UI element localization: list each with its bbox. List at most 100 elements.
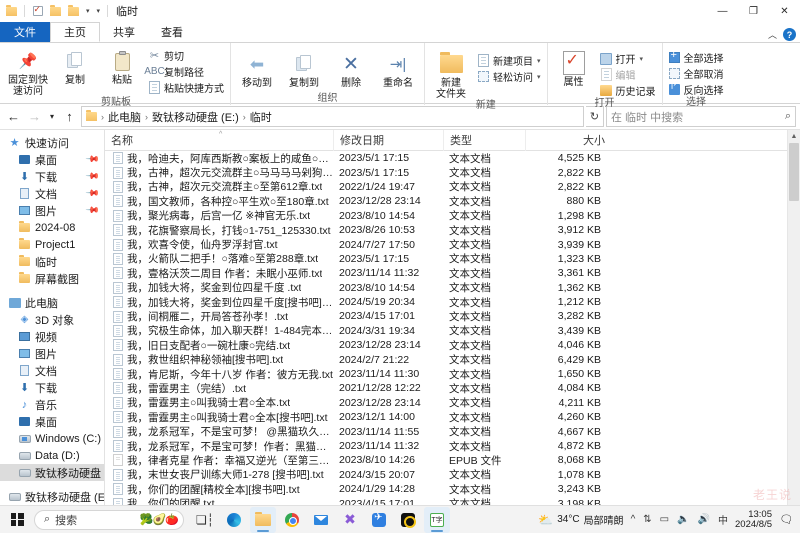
scrollbar-thumb[interactable] <box>789 143 799 201</box>
properties-check-icon[interactable] <box>30 4 45 19</box>
breadcrumb-item-this-pc[interactable]: 此电脑 <box>108 109 141 125</box>
table-row[interactable]: 我，旧日支配者○一碗杜康○完结.txt 2023/12/28 23:14 文本文档 4… <box>105 338 800 352</box>
task-view-icon[interactable]: ❏┆ <box>192 507 218 533</box>
sidebar-item-quick-access[interactable]: ★ 快速访问 <box>0 134 104 151</box>
table-row[interactable]: 我，壹格沃茨二周目 作者：未眠小巫师.txt 2023/11/14 11:32 文本… <box>105 266 800 280</box>
invert-selection-button[interactable]: 反向选择 <box>666 81 727 97</box>
file-name-cell[interactable]: 我，壹格沃茨二周目 作者：未眠小巫师.txt <box>105 266 333 281</box>
minimize-button[interactable]: — <box>707 0 738 22</box>
paste-button[interactable]: 粘贴 <box>99 46 145 86</box>
column-header-size[interactable]: 大小 <box>525 130 611 151</box>
sidebar-item-drive-c[interactable]: Windows (C:) <box>0 430 104 447</box>
file-name-cell[interactable]: 我，雷霆男主○叫我骑士君○全本[搜书吧].txt <box>105 410 333 425</box>
ime-indicator[interactable]: 中 <box>718 512 728 527</box>
speaker-icon[interactable]: 🔊 <box>698 514 710 525</box>
sidebar-item-downloads[interactable]: ⬇ 下载 📌 <box>0 168 104 185</box>
notification-icon[interactable]: 🗨 <box>779 512 794 527</box>
table-row[interactable]: 我，哈迪夫，阿库西斯教○案板上的咸鱼○至卷... 2023/5/1 17:15 文本… <box>105 151 800 165</box>
mail-icon[interactable] <box>308 507 334 533</box>
table-row[interactable]: 我，欢喜令使，仙舟罗浮封官.txt 2024/7/27 17:50 文本文档 3,93… <box>105 237 800 251</box>
sidebar-item-pc-desktop[interactable]: 桌面 <box>0 413 104 430</box>
collapse-ribbon-icon[interactable]: ︿ <box>768 28 777 41</box>
table-row[interactable]: 我，加钱大将，奖金到位四星千度 .txt 2023/8/10 14:54 文本文档 1… <box>105 281 800 295</box>
table-row[interactable]: 我，加钱大将，奖金到位四星千度[搜书吧].txt 2024/5/19 20:34 文… <box>105 295 800 309</box>
history-button[interactable]: 历史记录 <box>598 83 659 98</box>
table-row[interactable]: 我，龙系冠军，不是宝可梦！ @黑猫玖久九 @... 2023/11/14 11:5… <box>105 424 800 438</box>
network-icon[interactable]: ⇅ <box>643 514 651 525</box>
file-name-cell[interactable]: 我，聚光病毒，后宫一亿 ※神官无乐.txt <box>105 208 333 223</box>
copy-to-button[interactable]: 复制到 <box>281 49 327 89</box>
file-name-cell[interactable]: 我，哈迪夫，阿库西斯教○案板上的咸鱼○至卷... <box>105 151 333 166</box>
visual-studio-icon[interactable]: ✖ <box>337 507 363 533</box>
table-row[interactable]: 我，古神，超次元交流群主○马马马马剁狗狗○... 2023/5/1 17:15 文本… <box>105 165 800 179</box>
new-item-caret[interactable]: ▾ <box>537 57 541 65</box>
file-name-cell[interactable]: 我，你们的团醒[精校全本][搜书吧].txt <box>105 482 333 497</box>
table-row[interactable]: 我，龙系冠军，不是宝可梦！作者：黑猫玖久... 2023/11/14 11:32 文… <box>105 439 800 453</box>
breadcrumb-item-current[interactable]: 临时 <box>250 109 272 125</box>
file-name-cell[interactable]: 我，火箭队二把手！○落难○至第288章.txt <box>105 251 333 266</box>
easy-access-button[interactable]: 轻松访问 ▾ <box>475 69 544 84</box>
file-name-cell[interactable]: 我，国文教师，各种控○平生欢○至180章.txt <box>105 194 333 209</box>
select-all-button[interactable]: 全部选择 <box>666 49 727 65</box>
file-name-cell[interactable]: 我，律者克星 作者：幸福又逆光（至第三百三... <box>105 453 333 468</box>
sidebar-item-drive-d[interactable]: Data (D:) <box>0 447 104 464</box>
cut-button[interactable]: ✂ 剪切 <box>146 48 227 63</box>
sidebar-item-drive-e-root[interactable]: 致钛移动硬盘 (E:) <box>0 488 104 505</box>
open-caret[interactable]: ▾ <box>640 55 644 63</box>
file-name-cell[interactable]: 我，肯尼斯，今年十八岁 作者：彼方无我.txt <box>105 367 333 382</box>
edge-icon[interactable] <box>221 507 247 533</box>
sidebar-item-desktop[interactable]: 桌面 📌 <box>0 151 104 168</box>
sidebar-item-pc-downloads[interactable]: ⬇ 下载 <box>0 379 104 396</box>
table-row[interactable]: 我，你们的团醒[精校全本][搜书吧].txt 2024/1/29 14:28 文本文… <box>105 482 800 496</box>
copy-button[interactable]: 复制 <box>52 46 98 86</box>
sidebar-item-pictures[interactable]: 图片 📌 <box>0 202 104 219</box>
vertical-scrollbar[interactable]: ▲ ▼ <box>787 130 800 525</box>
sidebar-item-pc-documents[interactable]: 文档 <box>0 362 104 379</box>
translator-icon[interactable]: T字 <box>424 506 450 533</box>
sidebar-item-folder-screenshots[interactable]: 屏幕截图 <box>0 270 104 287</box>
tab-view[interactable]: 查看 <box>148 22 196 42</box>
copy-path-button[interactable]: ABC 复制路径 <box>144 64 227 79</box>
taskbar-search-input[interactable]: ⌕ 搜索 🥦🥑🍅 <box>34 509 184 530</box>
table-row[interactable]: 我，雷霆男主（完结）.txt 2021/12/28 12:22 文本文档 4,084 … <box>105 381 800 395</box>
easy-access-caret[interactable]: ▾ <box>537 73 541 81</box>
sidebar-item-folder-2024-08[interactable]: 2024-08 <box>0 219 104 236</box>
sidebar-item-3d-objects[interactable]: ◈ 3D 对象 <box>0 311 104 328</box>
file-name-cell[interactable]: 我，旧日支配者○一碗杜康○完结.txt <box>105 338 333 353</box>
new-item-quick-icon[interactable] <box>66 4 81 19</box>
table-row[interactable]: 我，间桐雁二，开局答苍孙孝！.txt 2023/4/15 17:01 文本文档 3,2… <box>105 309 800 323</box>
weather-widget[interactable]: ⛅ 34°C 局部晴朗 <box>538 512 623 528</box>
up-button[interactable]: ↑ <box>60 107 79 126</box>
close-button[interactable]: ✕ <box>769 0 800 22</box>
table-row[interactable]: 我，救世组织神秘领袖[搜书吧].txt 2024/2/7 21:22 文本文档 6,4… <box>105 352 800 366</box>
table-row[interactable]: 我，古神，超次元交流群主○至第612章.txt 2022/1/24 19:47 文本… <box>105 180 800 194</box>
file-name-cell[interactable]: 我，加钱大将，奖金到位四星千度[搜书吧].txt <box>105 295 333 310</box>
file-name-cell[interactable]: 我，加钱大将，奖金到位四星千度 .txt <box>105 280 333 295</box>
forward-button[interactable]: → <box>25 107 44 126</box>
move-to-button[interactable]: ⬅ 移动到 <box>234 49 280 90</box>
rename-button[interactable]: ⇥| 重命名 <box>375 49 421 89</box>
table-row[interactable]: 我，国文教师，各种控○平生欢○至180章.txt 2023/12/28 23:14… <box>105 194 800 208</box>
table-row[interactable]: 我，律者克星 作者：幸福又逆光（至第三百三... 2023/8/10 14:26 E… <box>105 453 800 467</box>
file-name-cell[interactable]: 我，末世女丧尸训练大师1-278 [搜书吧].txt <box>105 467 333 482</box>
new-item-button[interactable]: 新建项目 ▾ <box>475 53 544 68</box>
sidebar-item-folder-project1[interactable]: Project1 <box>0 236 104 253</box>
help-icon[interactable]: ? <box>783 28 796 41</box>
maximize-button[interactable]: ❐ <box>738 0 769 22</box>
sidebar-item-documents[interactable]: 文档 📌 <box>0 185 104 202</box>
table-row[interactable]: 我，火箭队二把手！○落难○至第288章.txt 2023/5/1 17:15 文本文… <box>105 252 800 266</box>
sidebar-item-music[interactable]: ♪ 音乐 <box>0 396 104 413</box>
recent-locations-button[interactable]: ▾ <box>46 107 58 126</box>
column-header-type[interactable]: 类型 <box>443 130 525 151</box>
battery-icon[interactable]: ▭ <box>660 514 669 525</box>
folder-icon[interactable] <box>4 4 19 19</box>
sidebar-item-pc-pictures[interactable]: 图片 <box>0 345 104 362</box>
file-name-cell[interactable]: 我，间桐雁二，开局答苍孙孝！.txt <box>105 309 333 324</box>
file-name-cell[interactable]: 我，古神，超次元交流群主○马马马马剁狗狗○... <box>105 165 333 180</box>
column-header-date[interactable]: 修改日期 <box>333 130 443 151</box>
sidebar-item-this-pc[interactable]: 此电脑 <box>0 294 104 311</box>
tab-file[interactable]: 文件 <box>0 22 50 42</box>
open-button[interactable]: 打开 ▾ <box>598 51 659 66</box>
file-name-cell[interactable]: 我，欢喜令使，仙舟罗浮封官.txt <box>105 237 333 252</box>
back-button[interactable]: ← <box>4 107 23 126</box>
